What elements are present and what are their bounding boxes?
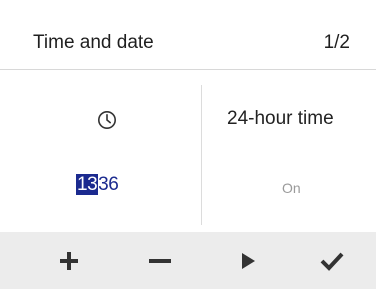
confirm-button[interactable] xyxy=(302,232,362,289)
option-label: 24-hour time xyxy=(227,108,334,129)
time-date-screen: Time and date 1/2 1336 24-hour time On xyxy=(0,0,376,289)
minus-button[interactable] xyxy=(130,232,190,289)
check-icon xyxy=(320,252,344,271)
time-hours-field[interactable]: 13 xyxy=(76,174,99,195)
toolbar xyxy=(0,232,376,289)
header: Time and date 1/2 xyxy=(0,0,376,70)
plus-icon xyxy=(60,251,78,270)
page-title: Time and date xyxy=(33,32,154,53)
clock-icon xyxy=(98,111,116,129)
content-area: 1336 24-hour time On xyxy=(0,70,376,232)
time-minutes-field[interactable]: 36 xyxy=(98,174,119,195)
divider xyxy=(201,85,202,225)
time-field[interactable]: 1336 xyxy=(76,174,119,196)
page-indicator: 1/2 xyxy=(323,32,350,53)
option-value[interactable]: On xyxy=(282,180,301,196)
plus-button[interactable] xyxy=(39,232,99,289)
minus-icon xyxy=(149,258,171,263)
next-button[interactable] xyxy=(218,232,278,289)
play-icon xyxy=(242,252,255,269)
